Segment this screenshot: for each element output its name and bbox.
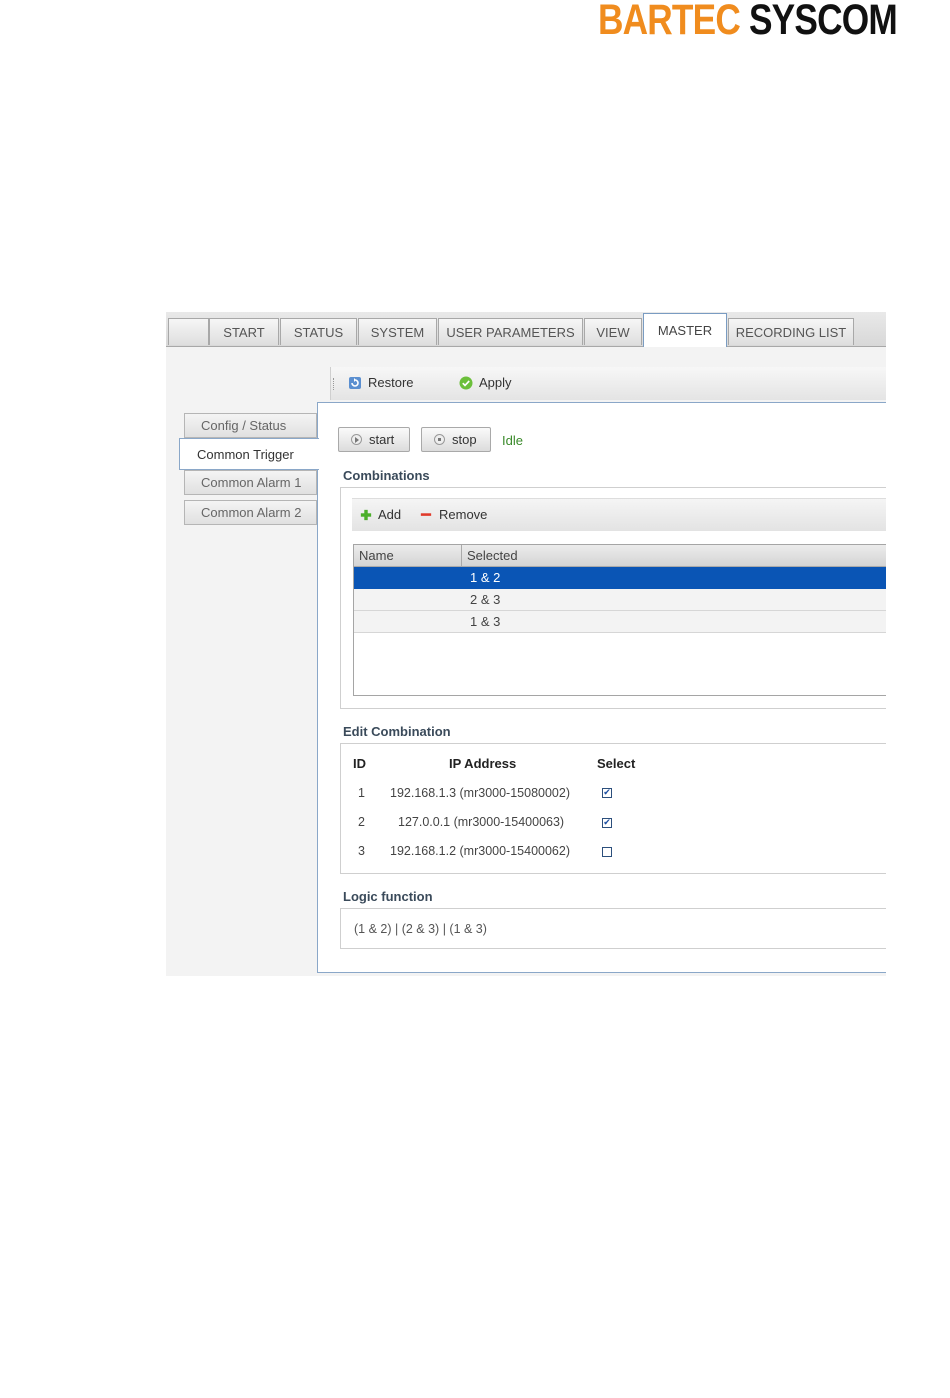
restore-icon: [349, 376, 361, 389]
tab-view[interactable]: VIEW: [584, 318, 642, 345]
start-label: start: [369, 432, 395, 447]
ec-row-ip: 192.168.1.3 (mr3000-15080002): [390, 786, 570, 800]
edit-combination-group: ID IP Address Select 1 192.168.1.3 (mr30…: [340, 743, 886, 874]
row-name: [354, 589, 462, 610]
row-selected: 2 & 3: [470, 592, 501, 607]
stop-button[interactable]: stop: [421, 427, 491, 452]
row-selected: 1 & 3: [470, 614, 501, 629]
remove-label: Remove: [439, 507, 488, 522]
tab-status[interactable]: STATUS: [280, 318, 357, 345]
logo-part-bartec: BARTEC: [598, 0, 741, 44]
subnav-common-alarm-1[interactable]: Common Alarm 1: [184, 470, 317, 495]
column-selected[interactable]: Selected: [462, 545, 886, 566]
ec-row-ip: 127.0.0.1 (mr3000-15400063): [398, 815, 565, 829]
app-screenshot: START STATUS SYSTEM USER PARAMETERS VIEW…: [166, 312, 886, 976]
ec-row-id: 1: [358, 786, 365, 800]
apply-button[interactable]: Apply: [459, 375, 512, 390]
ec-row-id: 2: [358, 815, 365, 829]
tab-start[interactable]: START: [209, 318, 279, 345]
select-checkbox[interactable]: ✔: [602, 788, 612, 798]
grid-header: Name Selected: [354, 545, 886, 567]
common-trigger-panel: start stop Idle Combinations Add Remove …: [317, 402, 886, 973]
ec-row-ip: 192.168.1.2 (mr3000-15400062): [390, 844, 570, 858]
tab-recording-list[interactable]: RECORDING LIST: [728, 318, 854, 345]
restore-button[interactable]: Restore: [348, 375, 414, 390]
logic-function-title: Logic function: [343, 889, 433, 904]
subnav-common-alarm-2[interactable]: Common Alarm 2: [184, 500, 317, 525]
row-selected: 1 & 2: [470, 570, 501, 585]
tab-system[interactable]: SYSTEM: [358, 318, 437, 345]
edit-combination-title: Edit Combination: [343, 724, 451, 739]
subnav-common-trigger[interactable]: Common Trigger: [179, 438, 319, 470]
subnav-config-status[interactable]: Config / Status: [184, 413, 317, 438]
stop-label: stop: [452, 432, 477, 447]
toolbar-grip[interactable]: [333, 378, 336, 390]
table-row[interactable]: 1 & 3: [354, 611, 886, 633]
ec-header-id: ID: [353, 756, 366, 771]
tab-blank[interactable]: [168, 318, 209, 345]
plus-icon: [360, 509, 372, 520]
ec-header-ip: IP Address: [449, 756, 517, 771]
tab-user-parameters[interactable]: USER PARAMETERS: [438, 318, 583, 345]
play-icon: [351, 434, 362, 445]
combinations-title: Combinations: [343, 468, 430, 483]
action-toolbar: Restore Apply: [330, 367, 886, 400]
logo-part-syscom: SYSCOM: [748, 0, 898, 44]
ec-header-select: Select: [597, 756, 636, 771]
main-tab-bar: START STATUS SYSTEM USER PARAMETERS VIEW…: [166, 312, 886, 347]
table-row[interactable]: 2 & 3: [354, 589, 886, 611]
remove-button[interactable]: Remove: [419, 507, 487, 522]
trigger-status: Idle: [502, 433, 523, 448]
check-circle-icon: [459, 376, 473, 389]
start-button[interactable]: start: [338, 427, 410, 452]
add-label: Add: [378, 507, 402, 522]
logic-function-group: (1 & 2) | (2 & 3) | (1 & 3): [340, 908, 886, 949]
combinations-toolbar: Add Remove: [352, 498, 886, 531]
select-checkbox[interactable]: ✔: [602, 818, 612, 828]
stop-icon: [434, 434, 445, 445]
tab-master[interactable]: MASTER: [643, 313, 727, 347]
row-name: [354, 567, 462, 588]
add-button[interactable]: Add: [360, 507, 401, 522]
ec-row-id: 3: [358, 844, 365, 858]
combinations-group: Add Remove Name Selected 1 & 2 2 & 3 1 &…: [340, 487, 886, 709]
column-name[interactable]: Name: [354, 545, 462, 566]
select-checkbox[interactable]: [602, 847, 612, 857]
minus-icon: [420, 512, 432, 516]
row-name: [354, 611, 462, 632]
combinations-grid: Name Selected 1 & 2 2 & 3 1 & 3: [353, 544, 886, 696]
restore-label: Restore: [368, 375, 414, 390]
logic-function-value: (1 & 2) | (2 & 3) | (1 & 3): [354, 922, 487, 936]
apply-label: Apply: [479, 375, 512, 390]
bartec-syscom-logo: BARTEC SYSCOM: [598, 0, 898, 45]
table-row[interactable]: 1 & 2: [354, 567, 886, 589]
